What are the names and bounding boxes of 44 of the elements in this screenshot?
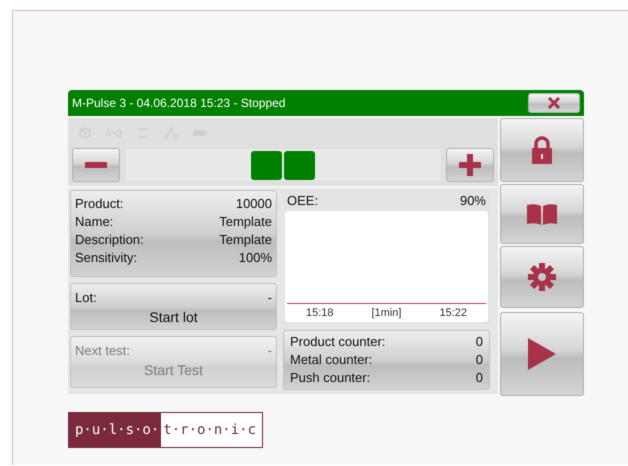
- counter-value: 0: [476, 332, 483, 351]
- close-icon: [547, 97, 561, 109]
- play-icon: [528, 338, 556, 370]
- minus-icon: [85, 162, 107, 168]
- field-label: Lot:: [75, 289, 97, 307]
- action-label: Start lot: [149, 309, 198, 325]
- counter-label: Push counter:: [290, 368, 370, 387]
- close-button[interactable]: [528, 93, 580, 113]
- counter-value: 0: [476, 368, 483, 387]
- field-label: Name:: [75, 213, 114, 231]
- book-button[interactable]: [500, 184, 584, 244]
- axis-label: 15:22: [439, 306, 467, 319]
- indicator-block: [284, 150, 315, 180]
- product-card[interactable]: Product: 10000 Name: Template Description: Template Sensitivity: 100%: [70, 190, 277, 277]
- axis-label: 15:18: [306, 306, 334, 319]
- window-title: M-Pulse 3 - 04.06.2018 15:23 - Stopped: [72, 96, 286, 110]
- field-label: Description:: [75, 231, 144, 249]
- axis-label: [1min]: [372, 306, 402, 319]
- lock-button[interactable]: [500, 118, 584, 182]
- logo: p·u·l·s·o· t·r·o·n·i·c: [68, 412, 264, 448]
- lock-icon: [532, 136, 552, 164]
- gear-button[interactable]: [500, 246, 584, 308]
- field-value: -: [268, 289, 272, 307]
- plus-icon: [459, 154, 481, 176]
- field-label: Next test:: [75, 342, 130, 360]
- indicator-block: [251, 150, 282, 180]
- book-icon: [527, 203, 557, 225]
- plus-button[interactable]: [446, 148, 494, 182]
- field-label: Sensitivity:: [75, 249, 138, 267]
- counter-label: Product counter:: [290, 332, 386, 351]
- play-button[interactable]: [500, 312, 584, 396]
- field-value: 10000: [236, 195, 272, 213]
- oee-value: 90%: [460, 192, 486, 210]
- counter-value: 0: [476, 350, 483, 369]
- minus-button[interactable]: [72, 148, 120, 182]
- action-label: Start Test: [144, 362, 203, 378]
- field-value: 100%: [238, 249, 272, 267]
- field-value: Template: [219, 231, 272, 249]
- field-value: -: [268, 342, 272, 360]
- oee-label: OEE:: [287, 192, 318, 210]
- field-value: Template: [219, 213, 272, 231]
- counter-label: Metal counter:: [290, 350, 372, 369]
- action-card[interactable]: Lot: - Start lot: [70, 283, 277, 330]
- field-label: Product:: [75, 195, 124, 213]
